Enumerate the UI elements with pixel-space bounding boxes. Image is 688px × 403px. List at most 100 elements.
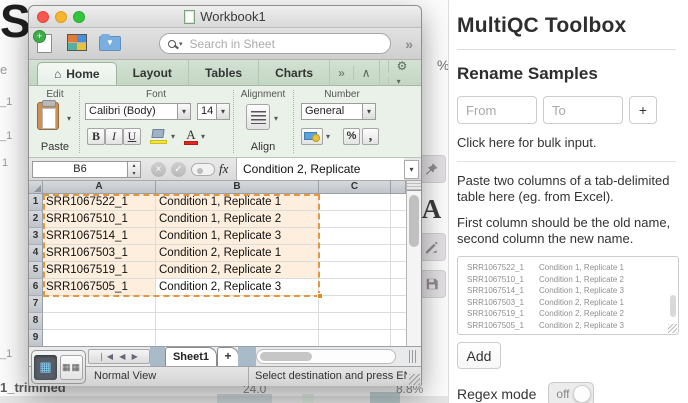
cell-d7[interactable] xyxy=(391,296,406,313)
tab-layout[interactable]: Layout xyxy=(117,60,189,85)
cell-c3[interactable] xyxy=(319,228,391,245)
textarea-resize-grip[interactable] xyxy=(668,324,677,333)
cell-d4[interactable] xyxy=(391,245,406,262)
column-header-c[interactable]: C xyxy=(319,181,391,194)
sheet-tab-sheet1[interactable]: Sheet1 xyxy=(165,347,217,366)
cell-a8[interactable] xyxy=(43,313,156,330)
gear-icon[interactable]: ⚙ ▾ xyxy=(379,59,424,87)
tab-home[interactable]: ⌂ Home xyxy=(37,62,117,85)
cell-c8[interactable] xyxy=(319,313,391,330)
search-scope-dropdown-icon[interactable]: ▾ xyxy=(179,40,183,48)
tab-overflow-chevron[interactable]: » xyxy=(330,66,353,80)
add-sheet-tab[interactable]: + xyxy=(217,347,239,366)
row-header[interactable]: 3 xyxy=(29,228,43,245)
cell-d8[interactable] xyxy=(391,313,406,330)
currency-button[interactable] xyxy=(301,128,323,145)
horizontal-scrollbar[interactable] xyxy=(256,349,396,364)
ribbon-collapse-icon[interactable]: ∧ xyxy=(353,66,379,80)
scrollbar-split-box[interactable] xyxy=(407,181,421,191)
cell-a6[interactable]: SRR1067505_1 xyxy=(43,279,156,296)
cell-b9[interactable] xyxy=(156,330,319,346)
align-dropdown-icon[interactable]: ▾ xyxy=(274,114,278,123)
cell-a7[interactable] xyxy=(43,296,156,313)
name-box[interactable]: B6 xyxy=(32,161,128,178)
row-header[interactable]: 7 xyxy=(29,296,43,313)
cell-b4[interactable]: Condition 2, Replicate 1 xyxy=(156,245,319,262)
cell-a5[interactable]: SRR1067519_1 xyxy=(43,262,156,279)
row-header[interactable]: 8 xyxy=(29,313,43,330)
bulk-input-textarea[interactable]: SRR1067522_1Condition 1, Replicate 1 SRR… xyxy=(457,256,679,335)
cell-b3[interactable]: Condition 1, Replicate 3 xyxy=(156,228,319,245)
cell-b1[interactable]: Condition 1, Replicate 1 xyxy=(156,194,319,211)
cancel-entry-icon[interactable]: × xyxy=(151,162,166,177)
font-color-dropdown-icon[interactable]: ▾ xyxy=(201,132,205,141)
formula-bar-dropdown-icon[interactable]: ▾ xyxy=(404,160,419,179)
comma-style-button[interactable]: , xyxy=(362,128,379,145)
fill-color-button[interactable] xyxy=(149,128,169,145)
cell-b6-active[interactable]: Condition 2, Replicate 3 xyxy=(156,279,319,296)
number-format-dropdown-icon[interactable]: ▾ xyxy=(363,103,376,120)
window-resize-grip[interactable] xyxy=(409,374,420,385)
gallery-icon[interactable] xyxy=(67,34,87,51)
cell-b5[interactable]: Condition 2, Replicate 2 xyxy=(156,262,319,279)
confirm-entry-icon[interactable]: ✓ xyxy=(171,162,186,177)
fill-handle[interactable] xyxy=(317,293,323,299)
align-button[interactable] xyxy=(246,104,270,130)
row-header[interactable]: 9 xyxy=(29,330,43,346)
cell-d6[interactable] xyxy=(391,279,406,296)
paste-dropdown-icon[interactable]: ▾ xyxy=(67,114,71,123)
cell-d1[interactable] xyxy=(391,194,406,211)
cell-d9[interactable] xyxy=(391,330,406,346)
tab-bar-resize-grip[interactable] xyxy=(409,350,417,363)
row-header[interactable]: 4 xyxy=(29,245,43,262)
cell-c6[interactable] xyxy=(319,279,391,296)
vertical-scrollbar[interactable] xyxy=(406,181,421,346)
rename-from-input[interactable] xyxy=(457,96,537,124)
insert-function-icon[interactable]: fx xyxy=(219,161,228,177)
bulk-add-button[interactable]: Add xyxy=(457,342,501,369)
toolbar-overflow-chevron[interactable]: » xyxy=(405,36,413,52)
cell-b7[interactable] xyxy=(156,296,319,313)
currency-dropdown-icon[interactable]: ▾ xyxy=(326,132,330,141)
cell-c9[interactable] xyxy=(319,330,391,346)
percent-style-button[interactable]: % xyxy=(343,128,360,145)
horizontal-scroll-thumb[interactable] xyxy=(260,352,312,361)
italic-button[interactable]: I xyxy=(105,128,123,145)
tab-tables[interactable]: Tables xyxy=(189,60,259,85)
vertical-scroll-thumb[interactable] xyxy=(409,195,419,247)
font-name-select[interactable]: Calibri (Body) xyxy=(85,103,178,120)
column-header-b[interactable]: B xyxy=(156,181,319,194)
bulk-input-link[interactable]: Click here for bulk input. xyxy=(457,135,676,150)
cell-d5[interactable] xyxy=(391,262,406,279)
cell-a1[interactable]: SRR1067522_1 xyxy=(43,194,156,211)
cell-c4[interactable] xyxy=(319,245,391,262)
tab-charts[interactable]: Charts xyxy=(259,60,330,85)
sheet-nav-arrows[interactable]: ❘◀ ◀ ▶ ▶❘ xyxy=(88,349,150,364)
font-size-dropdown-icon[interactable]: ▾ xyxy=(217,103,230,120)
paste-button[interactable] xyxy=(37,102,63,134)
add-rename-pair-button[interactable]: + xyxy=(629,96,657,124)
regex-mode-toggle[interactable]: off xyxy=(548,382,594,403)
cell-b8[interactable] xyxy=(156,313,319,330)
cell-c7[interactable] xyxy=(319,296,391,313)
cell-c5[interactable] xyxy=(319,262,391,279)
cell-c2[interactable] xyxy=(319,211,391,228)
search-field[interactable]: ▾ Search in Sheet xyxy=(159,33,391,54)
row-header[interactable]: 6 xyxy=(29,279,43,296)
page-layout-view-button[interactable]: ▦▦ xyxy=(60,355,83,380)
window-titlebar[interactable]: Workbook1 xyxy=(29,6,421,28)
cell-d3[interactable] xyxy=(391,228,406,245)
rename-to-input[interactable] xyxy=(543,96,623,124)
normal-view-button[interactable]: ▦ xyxy=(34,355,57,380)
number-format-select[interactable]: General xyxy=(301,103,363,120)
cell-b2[interactable]: Condition 1, Replicate 2 xyxy=(156,211,319,228)
select-all-corner[interactable] xyxy=(29,181,43,194)
cell-a2[interactable]: SRR1067510_1 xyxy=(43,211,156,228)
underline-button[interactable]: U xyxy=(123,128,141,145)
cell-a9[interactable] xyxy=(43,330,156,346)
name-box-stepper[interactable]: ▴▾ xyxy=(128,161,141,178)
open-folder-icon[interactable] xyxy=(99,36,121,51)
row-header[interactable]: 5 xyxy=(29,262,43,279)
fill-color-dropdown-icon[interactable]: ▾ xyxy=(171,132,175,141)
cell-d2[interactable] xyxy=(391,211,406,228)
